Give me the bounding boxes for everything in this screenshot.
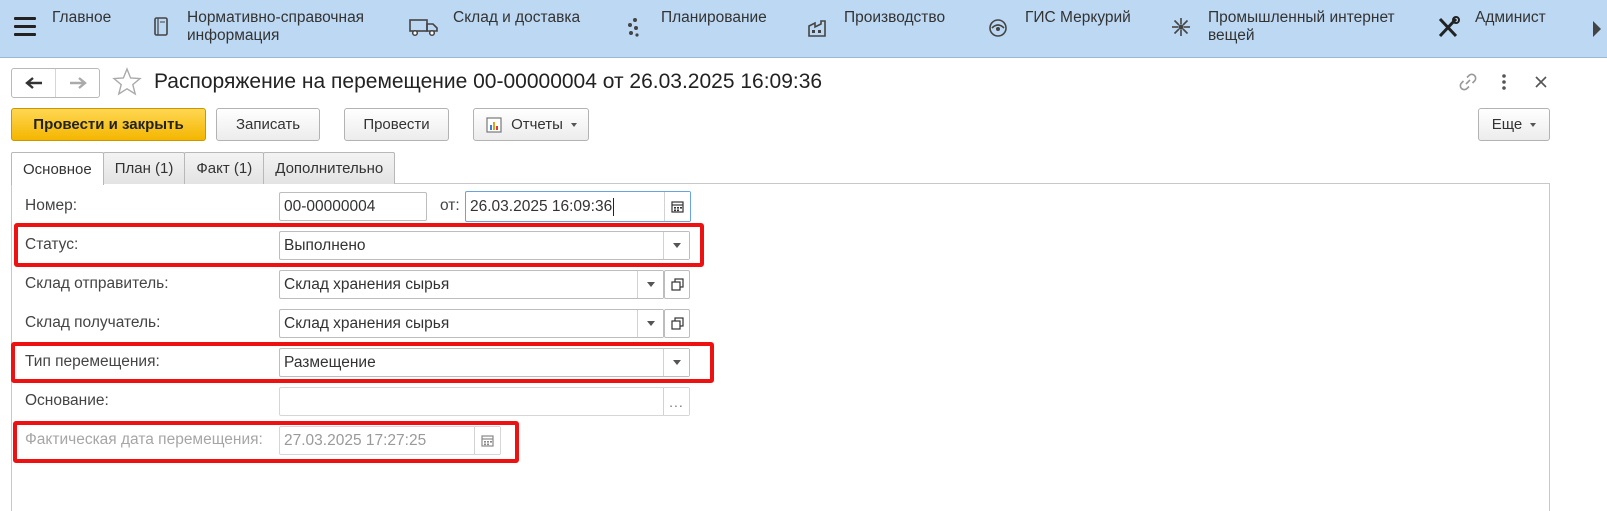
vertical-dots-icon (1502, 74, 1506, 90)
date-value: 26.03.2025 16:09:36 (470, 197, 613, 215)
chevron-down-icon (672, 360, 681, 365)
number-label: Номер: (25, 197, 78, 214)
text-cursor (613, 197, 615, 216)
chevron-down-icon (1530, 122, 1537, 127)
receiver-open-button[interactable] (664, 309, 690, 338)
section-production[interactable]: Производство (844, 9, 945, 27)
sender-value: Склад хранения сырья (284, 275, 450, 293)
calendar-icon (671, 201, 684, 213)
sender-label: Склад отправитель: (25, 275, 169, 292)
move-type-dropdown-button[interactable] (663, 349, 689, 376)
tab-plan[interactable]: План (1) (102, 152, 186, 184)
status-dropdown-button[interactable] (663, 232, 689, 259)
section-mercury[interactable]: ГИС Меркурий (1025, 9, 1131, 27)
actual-date-input[interactable]: 27.03.2025 17:27:25 (279, 426, 501, 455)
chevron-down-icon (646, 282, 655, 287)
tab-fact[interactable]: Факт (1) (184, 152, 265, 184)
basis-label: Основание: (25, 392, 109, 409)
section-admin[interactable]: Админист (1475, 9, 1546, 27)
actual-date-picker-button[interactable] (474, 427, 500, 454)
arrow-left-icon (24, 77, 42, 89)
mercury-icon (989, 19, 1007, 37)
open-window-icon (670, 317, 684, 330)
chevron-down-icon (672, 243, 681, 248)
open-window-icon (670, 278, 684, 291)
chain-link-icon (1459, 73, 1477, 91)
move-type-value: Размещение (284, 353, 376, 371)
forward-button[interactable] (55, 69, 99, 97)
reports-button[interactable]: Отчеты (473, 108, 589, 141)
actual-date-value: 27.03.2025 17:27:25 (284, 431, 427, 449)
save-button[interactable]: Записать (216, 108, 320, 141)
basis-select-button[interactable]: ... (663, 388, 689, 415)
actual-date-label: Фактическая дата перемещения: (25, 431, 263, 448)
tab-content-panel (11, 183, 1550, 511)
tabs-bar: Основное План (1) Факт (1) Дополнительно (11, 152, 396, 185)
close-icon (1535, 76, 1547, 88)
section-planning[interactable]: Планирование (661, 9, 767, 27)
tab-main[interactable]: Основное (11, 152, 104, 185)
ellipsis-icon: ... (669, 393, 684, 410)
section-reference[interactable]: Нормативно-справочная информация (187, 9, 364, 45)
close-button[interactable] (1531, 72, 1551, 92)
arrow-right-icon (69, 77, 87, 89)
tab-additional[interactable]: Дополнительно (263, 152, 396, 184)
status-label: Статус: (25, 236, 79, 253)
chevron-down-icon (570, 122, 577, 127)
iot-icon (1172, 18, 1190, 36)
section-panel: Главное Нормативно-справочная информация… (0, 0, 1607, 58)
chevron-down-icon (646, 321, 655, 326)
receiver-dropdown-button[interactable] (637, 310, 663, 337)
favorite-star-icon[interactable] (111, 66, 143, 98)
more-actions-button[interactable] (1494, 72, 1514, 92)
number-input[interactable]: 00-00000004 (279, 192, 427, 221)
planning-dots-icon (628, 18, 639, 37)
calendar-icon (481, 435, 494, 447)
status-select[interactable]: Выполнено (279, 231, 690, 260)
factory-icon (808, 20, 826, 37)
more-label: Еще (1491, 116, 1523, 133)
back-button[interactable] (12, 69, 55, 97)
receiver-label: Склад получатель: (25, 314, 161, 331)
date-input[interactable]: 26.03.2025 16:09:36 (465, 191, 691, 222)
post-and-close-button[interactable]: Провести и закрыть (11, 108, 206, 141)
receiver-select[interactable]: Склад хранения сырья (279, 309, 664, 338)
date-picker-button[interactable] (664, 192, 690, 221)
tools-icon (1438, 16, 1460, 38)
sender-dropdown-button[interactable] (637, 271, 663, 298)
section-iot[interactable]: Промышленный интернет вещей (1208, 9, 1395, 45)
reference-book-icon (154, 17, 168, 36)
move-type-select[interactable]: Размещение (279, 348, 690, 377)
section-main[interactable]: Главное (52, 9, 111, 27)
move-type-label: Тип перемещения: (25, 353, 160, 370)
sender-open-button[interactable] (664, 270, 690, 299)
sections-scroll-right[interactable] (1567, 0, 1607, 57)
truck-icon (409, 19, 438, 37)
chevron-right-icon (1593, 21, 1601, 37)
page-title: Распоряжение на перемещение 00-00000004 … (154, 70, 823, 93)
basis-input[interactable]: ... (279, 387, 690, 416)
status-value: Выполнено (284, 236, 366, 254)
sender-select[interactable]: Склад хранения сырья (279, 270, 664, 299)
reports-label: Отчеты (511, 116, 563, 133)
history-nav (11, 68, 100, 98)
reports-icon (486, 116, 502, 133)
link-icon[interactable] (1458, 72, 1478, 92)
date-label: от: (440, 197, 460, 214)
receiver-value: Склад хранения сырья (284, 314, 450, 332)
more-button[interactable]: Еще (1478, 108, 1550, 141)
section-warehouse[interactable]: Склад и доставка (453, 9, 580, 27)
post-button[interactable]: Провести (344, 108, 449, 141)
menu-icon[interactable] (14, 17, 36, 37)
